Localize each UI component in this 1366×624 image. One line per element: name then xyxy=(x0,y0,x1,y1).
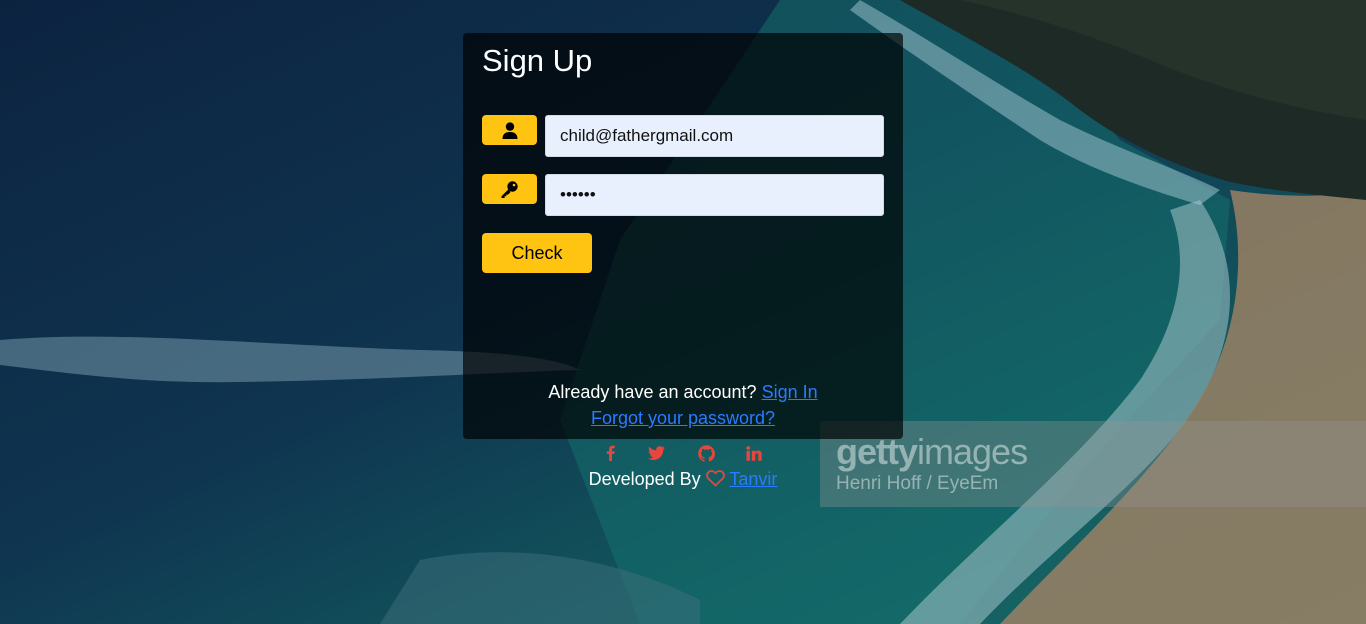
already-text: Already have an account? xyxy=(548,382,757,402)
sign-in-link[interactable]: Sign In xyxy=(762,382,818,402)
key-icon xyxy=(482,174,537,204)
twitter-icon[interactable] xyxy=(646,443,666,463)
page-title: Sign Up xyxy=(482,43,593,78)
developed-by-text: Developed By xyxy=(588,469,701,489)
github-icon[interactable] xyxy=(696,443,716,463)
getty-credit: Henri Hoff / EyeEm xyxy=(836,473,999,494)
facebook-icon[interactable] xyxy=(600,443,620,463)
forgot-line: Forgot your password? xyxy=(463,405,903,431)
forgot-password-link[interactable]: Forgot your password? xyxy=(591,408,775,428)
user-icon xyxy=(482,115,537,145)
developer-credit: Developed By Tanvir xyxy=(520,467,846,493)
signup-card: Sign Up Check Already have an account? S… xyxy=(463,33,903,439)
sign-in-line: Already have an account? Sign In xyxy=(463,379,903,405)
social-icons xyxy=(590,443,776,463)
account-links: Already have an account? Sign In Forgot … xyxy=(463,379,903,431)
heart-icon xyxy=(705,469,725,493)
email-field[interactable] xyxy=(545,115,884,157)
password-row xyxy=(482,174,884,216)
password-field[interactable] xyxy=(545,174,884,216)
linkedin-icon[interactable] xyxy=(744,443,764,463)
email-row xyxy=(482,115,884,157)
author-link[interactable]: Tanvir xyxy=(729,469,777,489)
check-button[interactable]: Check xyxy=(482,233,592,273)
